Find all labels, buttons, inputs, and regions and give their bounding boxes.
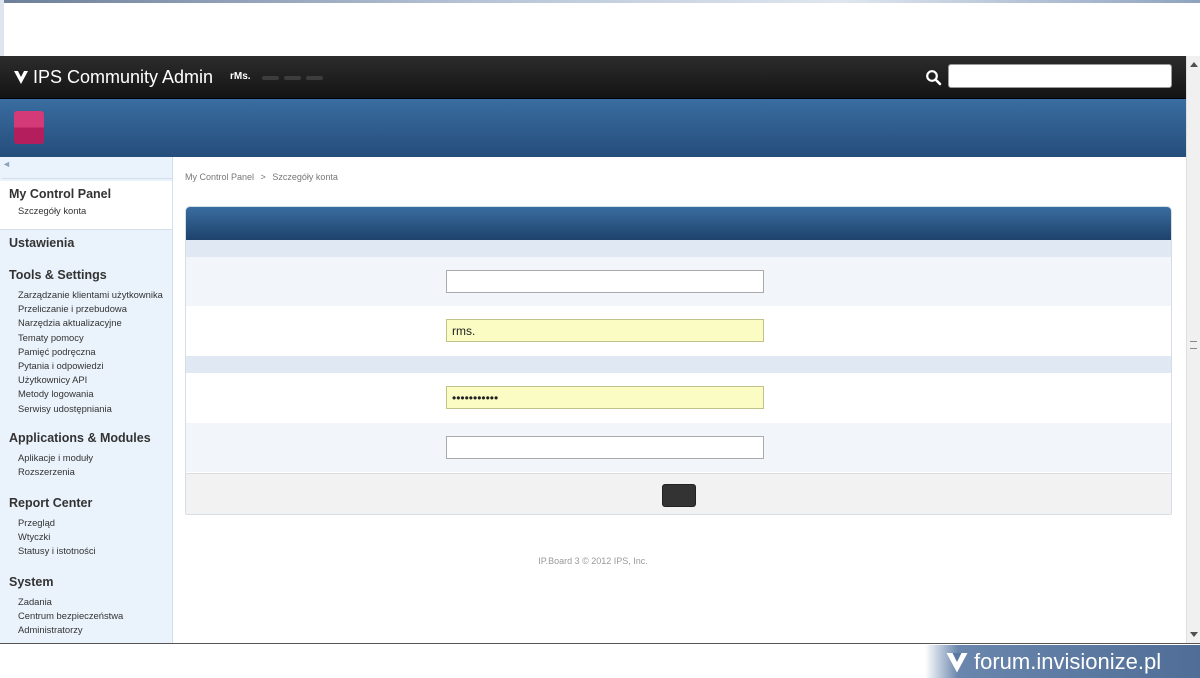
copyright-text: IP.Board 3 © 2012 IPS, Inc. [538, 556, 648, 566]
copyright-footer: IP.Board 3 © 2012 IPS, Inc. [0, 556, 1186, 566]
sidebar-item[interactable]: Metody logowania [0, 387, 172, 401]
app-logo[interactable]: IPS Community Admin [13, 65, 213, 89]
sidebar-item[interactable]: Zarządzanie klientami użytkownika [0, 288, 172, 302]
arrow-left-icon[interactable]: ◄ [2, 159, 11, 169]
sidebar-item[interactable]: Użytkownicy API [0, 373, 172, 387]
text-field-4[interactable] [446, 436, 764, 459]
user-name[interactable]: rMs. [230, 71, 251, 82]
sidebar-collapse-toggle[interactable]: ◄ [2, 159, 172, 179]
panel-subheader [186, 356, 1171, 373]
sidebar-item[interactable]: Zadania [0, 595, 172, 609]
sidebar-section-title[interactable]: Applications & Modules [0, 429, 172, 447]
sidebar-item[interactable]: Przeliczanie i przebudowa [0, 302, 172, 316]
nav-placeholder [306, 76, 323, 80]
sidebar-section-system: System Zadania Centrum bezpieczeństwa Ad… [0, 573, 172, 638]
sidebar-section-tools-settings: Tools & Settings Zarządzanie klientami u… [0, 266, 172, 416]
sidebar-section-title[interactable]: My Control Panel [0, 185, 172, 203]
sidebar-item-szczegoly-konta[interactable]: Szczegóły konta [0, 204, 172, 218]
form-row [186, 257, 1171, 306]
sidebar: ◄ My Control Panel Szczegóły konta Ustaw… [0, 157, 173, 643]
scrollbar-thumb[interactable] [1190, 341, 1197, 349]
sidebar-section-title[interactable]: System [0, 573, 172, 591]
sidebar-item[interactable]: Centrum bezpieczeństwa [0, 609, 172, 623]
vertical-scrollbar[interactable] [1186, 56, 1200, 643]
scroll-up-icon[interactable] [1190, 62, 1198, 67]
submit-button[interactable] [662, 484, 696, 507]
sidebar-item[interactable]: Aplikacje i moduły [0, 451, 172, 465]
username-field[interactable] [446, 319, 764, 342]
window-left-edge [0, 0, 4, 56]
panel-header [186, 207, 1171, 240]
watermark-text: forum.invisionize.pl [974, 648, 1162, 674]
sidebar-section-title[interactable]: Ustawienia [0, 234, 172, 252]
window-top-line [0, 0, 1200, 3]
sidebar-item[interactable]: Tematy pomocy [0, 331, 172, 345]
sidebar-section-report-center: Report Center Przegląd Wtyczki Statusy i… [0, 494, 172, 559]
account-details-panel [185, 206, 1172, 515]
form-row [186, 306, 1171, 355]
browser-chrome-strip [0, 0, 1200, 56]
breadcrumb-root-link[interactable]: My Control Panel [185, 172, 254, 182]
sidebar-section-applications-modules: Applications & Modules Aplikacje i moduł… [0, 429, 172, 479]
sidebar-section-ustawienia: Ustawienia [0, 234, 172, 252]
text-field-1[interactable] [446, 270, 764, 293]
breadcrumb: My Control Panel > Szczegóły konta [185, 172, 342, 182]
form-footer [186, 473, 1171, 514]
sidebar-item[interactable]: Przegląd [0, 516, 172, 530]
app-icon[interactable] [14, 111, 44, 144]
form-row [186, 373, 1171, 422]
search-input[interactable] [948, 64, 1172, 88]
sidebar-item[interactable]: Rozszerzenia [0, 465, 172, 479]
breadcrumb-separator: > [260, 172, 266, 182]
sidebar-item[interactable]: Narzędzia aktualizacyjne [0, 316, 172, 330]
password-field[interactable] [446, 386, 764, 409]
sidebar-section-title[interactable]: Tools & Settings [0, 266, 172, 284]
sidebar-section-title[interactable]: Report Center [0, 494, 172, 512]
sidebar-item[interactable]: Pytania i odpowiedzi [0, 359, 172, 373]
invision-logo-icon [946, 652, 968, 672]
sidebar-item[interactable]: Pamięć podręczna [0, 345, 172, 359]
sidebar-section-my-control-panel: My Control Panel Szczegóły konta [0, 181, 172, 230]
breadcrumb-current: Szczegóły konta [272, 172, 338, 182]
scroll-down-icon[interactable] [1190, 632, 1198, 637]
app-banner [0, 99, 1186, 157]
invision-logo-icon [14, 71, 28, 84]
sidebar-item[interactable]: Serwisy udostępniania [0, 402, 172, 416]
panel-subheader [186, 240, 1171, 257]
nav-placeholder [262, 76, 279, 80]
sidebar-item[interactable]: Administratorzy [0, 623, 172, 637]
app-title: IPS Community Admin [33, 66, 214, 87]
header-nav-placeholders [262, 76, 323, 80]
nav-placeholder [284, 76, 301, 80]
sidebar-item[interactable]: Wtyczki [0, 530, 172, 544]
watermark: forum.invisionize.pl [925, 645, 1200, 678]
search-icon[interactable] [925, 69, 942, 86]
form-row [186, 423, 1171, 472]
